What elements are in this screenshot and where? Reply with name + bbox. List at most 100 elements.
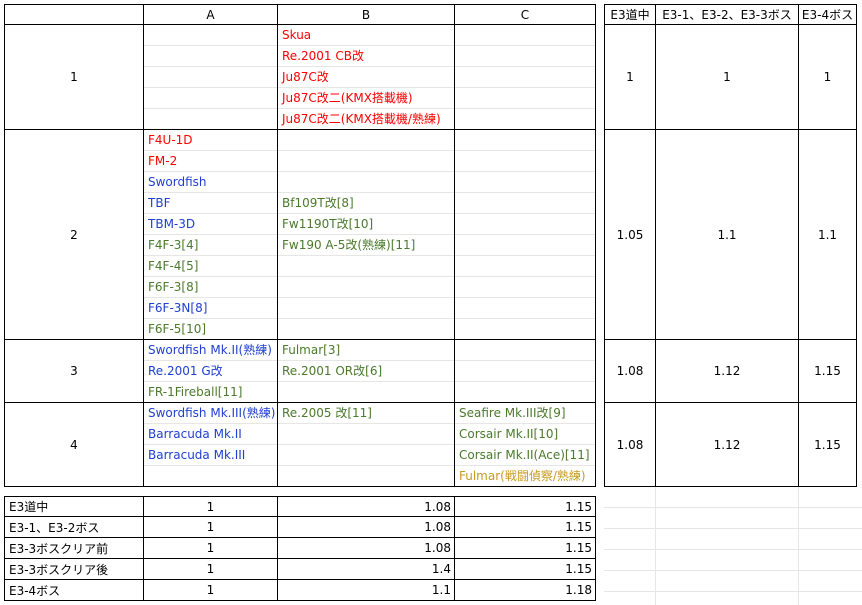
aircraft-entry: [455, 172, 595, 193]
aircraft-entry: Bf109T改[8]: [278, 193, 454, 214]
aircraft-list: [455, 130, 595, 340]
aircraft-entry: [455, 109, 595, 130]
summary-label[interactable]: E3-3ボスクリア後: [4, 559, 144, 580]
column-header-b[interactable]: B: [278, 4, 455, 25]
summary-value[interactable]: 1: [144, 559, 278, 580]
multiplier-cell[interactable]: 1: [799, 25, 857, 130]
aircraft-entry: Re.2001 OR改[6]: [278, 361, 454, 382]
aircraft-entry: [455, 193, 595, 214]
aircraft-entry: [278, 466, 454, 487]
summary-label[interactable]: E3道中: [4, 496, 144, 517]
aircraft-entry: Barracuda Mk.III: [144, 445, 277, 466]
aircraft-list: Fulmar[3] Re.2001 OR改[6]: [278, 340, 454, 403]
group-label-4[interactable]: 4: [4, 403, 144, 487]
summary-value[interactable]: 1: [144, 517, 278, 538]
aircraft-entry: [455, 298, 595, 319]
summary-value[interactable]: 1: [144, 538, 278, 559]
aircraft-entry: FR-1Fireball[11]: [148, 385, 243, 399]
summary-value[interactable]: 1: [144, 496, 278, 517]
summary-value[interactable]: 1.18: [455, 580, 596, 601]
aircraft-entry: [278, 382, 454, 403]
aircraft-list: [144, 25, 277, 130]
multiplier-cell[interactable]: 1.1: [656, 130, 799, 340]
summary-label[interactable]: E3-3ボスクリア前: [4, 538, 144, 559]
aircraft-entry: Seafire Mk.III改[9]: [455, 403, 595, 424]
aircraft-list: [455, 25, 595, 130]
summary-value[interactable]: 1.08: [278, 517, 455, 538]
aircraft-entry: [455, 46, 595, 67]
group-label-1[interactable]: 1: [4, 25, 144, 130]
multiplier-cell[interactable]: 1.12: [656, 340, 799, 403]
multiplier-cell[interactable]: 1.08: [604, 403, 656, 487]
multiplier-cell[interactable]: 1.08: [604, 340, 656, 403]
aircraft-entry: [278, 130, 454, 151]
aircraft-entry: Fw1190T改[10]: [278, 214, 454, 235]
aircraft-entry: Re.2001 CB改: [278, 46, 454, 67]
aircraft-entry: Ju87C改: [278, 67, 454, 88]
aircraft-list: Swordfish Mk.II(熟練) Re.2001 G改 FR-1Firebal…: [144, 340, 277, 403]
multiplier-cell[interactable]: 1.15: [799, 340, 857, 403]
aircraft-entry: Fulmar[3]: [278, 340, 454, 361]
aircraft-entry: [455, 361, 595, 382]
aircraft-entry: [455, 235, 595, 256]
aircraft-list: [455, 340, 595, 403]
header-corner: [4, 4, 144, 25]
aircraft-list: Swordfish Mk.III(熟練) Barracuda Mk.II Barra…: [144, 403, 277, 487]
summary-label[interactable]: E3-4ボス: [4, 580, 144, 601]
aircraft-entry: [144, 88, 277, 109]
summary-label[interactable]: E3-1、E3-2ボス: [4, 517, 144, 538]
summary-value[interactable]: 1.15: [455, 496, 596, 517]
header-e3-route[interactable]: E3道中: [604, 4, 656, 25]
aircraft-list: Seafire Mk.III改[9] Corsair Mk.II[10] Corsa…: [455, 403, 595, 487]
header-e3-4-boss[interactable]: E3-4ボス: [799, 4, 857, 25]
aircraft-entry: Corsair Mk.II[10]: [455, 424, 595, 445]
aircraft-entry: [455, 256, 595, 277]
aircraft-entry: [278, 151, 454, 172]
summary-value[interactable]: 1.15: [455, 517, 596, 538]
aircraft-entry: Re.2005 改[11]: [278, 403, 454, 424]
aircraft-entry: [278, 277, 454, 298]
aircraft-entry: [144, 46, 277, 67]
aircraft-entry: Corsair Mk.II(Ace)[11]: [455, 445, 595, 466]
multiplier-cell[interactable]: 1.12: [656, 403, 799, 487]
aircraft-entry: [278, 172, 454, 193]
aircraft-entry: Barracuda Mk.II: [144, 424, 277, 445]
aircraft-entry: Swordfish Mk.II(熟練): [144, 340, 277, 361]
multiplier-cell[interactable]: 1.1: [799, 130, 857, 340]
summary-value[interactable]: 1.08: [278, 496, 455, 517]
aircraft-entry: F6F-5[10]: [148, 322, 207, 336]
column-header-c[interactable]: C: [455, 4, 596, 25]
aircraft-entry: [144, 25, 277, 46]
aircraft-entry: Ju87C改二(KMX搭載機): [278, 88, 454, 109]
aircraft-list: F4U-1D FM-2 Swordfish TBF TBM-3D F4F-3[4] F4F-…: [144, 130, 277, 340]
aircraft-entry: [455, 67, 595, 88]
aircraft-entry: [455, 214, 595, 235]
summary-value[interactable]: 1.15: [455, 538, 596, 559]
summary-value[interactable]: 1.08: [278, 538, 455, 559]
aircraft-entry: [455, 319, 595, 340]
multiplier-cell[interactable]: 1.05: [604, 130, 656, 340]
aircraft-entry: Fw190 A-5改(熟練)[11]: [278, 235, 454, 256]
aircraft-entry: Re.2001 G改: [144, 361, 277, 382]
aircraft-entry: [455, 25, 595, 46]
summary-value[interactable]: 1: [144, 580, 278, 601]
aircraft-entry: TBF: [144, 193, 277, 214]
group-label-3[interactable]: 3: [4, 340, 144, 403]
aircraft-entry: TBM-3D: [144, 214, 277, 235]
multiplier-cell[interactable]: 1.15: [799, 403, 857, 487]
aircraft-entry: F4F-4[5]: [144, 256, 277, 277]
multiplier-cell[interactable]: 1: [656, 25, 799, 130]
aircraft-entry: [144, 67, 277, 88]
summary-value[interactable]: 1.1: [278, 580, 455, 601]
aircraft-entry: [144, 109, 277, 130]
header-e3-123-boss[interactable]: E3-1、E3-2、E3-3ボス: [656, 4, 799, 25]
multiplier-cell[interactable]: 1: [604, 25, 656, 130]
aircraft-entry: F6F-3N[8]: [144, 298, 277, 319]
column-header-a[interactable]: A: [144, 4, 278, 25]
summary-value[interactable]: 1.4: [278, 559, 455, 580]
summary-value[interactable]: 1.15: [455, 559, 596, 580]
aircraft-entry: F4F-3[4]: [144, 235, 277, 256]
group-label-2[interactable]: 2: [4, 130, 144, 340]
spreadsheet: A B C E3道中 E3-1、E3-2、E3-3ボス E3-4ボス 1 2 3…: [0, 0, 862, 605]
aircraft-entry: [455, 382, 595, 403]
